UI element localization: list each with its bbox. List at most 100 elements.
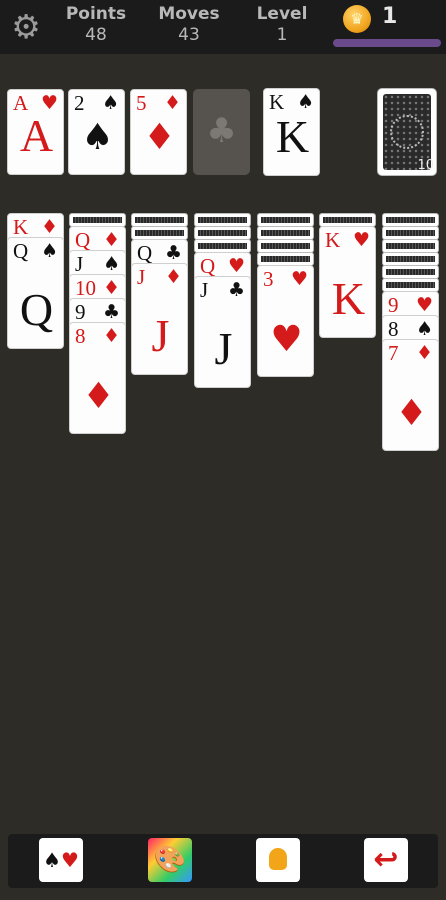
face-down-card bbox=[382, 213, 439, 227]
lightbulb-icon bbox=[269, 848, 287, 870]
card-rank: 5 bbox=[136, 91, 147, 115]
face-down-card bbox=[194, 239, 251, 253]
card-suit-small: ♥ bbox=[353, 229, 371, 251]
face-down-card bbox=[382, 252, 439, 266]
gear-icon[interactable]: ⚙ bbox=[8, 9, 44, 45]
level-value: 1 bbox=[276, 25, 288, 45]
points-label: Points bbox=[65, 4, 127, 24]
card-suit-small: ♠ bbox=[103, 253, 121, 275]
points-stat: Points 48 bbox=[56, 4, 136, 46]
card-rank: 2 bbox=[74, 91, 85, 115]
face-down-card bbox=[257, 252, 314, 266]
card-rank: K bbox=[325, 228, 341, 252]
points-value: 48 bbox=[85, 25, 107, 45]
card-suit-small: ♣ bbox=[165, 242, 183, 264]
card-back-emblem bbox=[390, 115, 424, 149]
card-suit-small: ♠ bbox=[41, 240, 59, 262]
face-down-card bbox=[257, 213, 314, 227]
card-center-suit: ♠ bbox=[81, 117, 114, 158]
card-center-rank: A bbox=[19, 110, 54, 161]
face-down-card bbox=[382, 226, 439, 240]
card-suit-small: ♦ bbox=[164, 92, 182, 114]
card-center-rank: K bbox=[275, 111, 310, 162]
card-suit-small: ♠ bbox=[416, 318, 434, 340]
undo-button[interactable]: ↩ bbox=[364, 838, 408, 882]
card-suit-small: ♣ bbox=[228, 279, 246, 301]
card-suit-small: ♦ bbox=[165, 266, 183, 288]
card-center-suit: ♦ bbox=[143, 117, 176, 158]
face-down-card bbox=[69, 213, 126, 227]
tableau-card[interactable]: 7 ♦ ♦ bbox=[382, 339, 439, 451]
card-rank: J bbox=[75, 252, 84, 276]
tableau-card[interactable]: J ♣ J bbox=[194, 276, 251, 388]
card-suit-small: ♣ bbox=[103, 301, 121, 323]
card-rank: Q bbox=[137, 241, 153, 265]
card-suit-small: ♦ bbox=[103, 277, 121, 299]
palette-icon: 🎨 bbox=[153, 845, 187, 875]
card-rank: Q bbox=[75, 228, 91, 252]
card-rank: K bbox=[13, 215, 29, 239]
card-rank: Q bbox=[200, 254, 216, 278]
moves-value: 43 bbox=[178, 25, 200, 45]
card-suits-button[interactable]: ♠♥ bbox=[39, 838, 83, 882]
card-center-suit: ♦ bbox=[82, 376, 115, 417]
undo-arrow-icon: ↩ bbox=[373, 842, 399, 877]
face-down-card bbox=[257, 226, 314, 240]
face-down-card bbox=[131, 213, 188, 227]
tableau-card[interactable]: 8 ♦ ♦ bbox=[69, 322, 126, 434]
tableau-card[interactable]: J ♦ J bbox=[131, 263, 188, 375]
card-suit-small: ♦ bbox=[103, 325, 121, 347]
card-rank: 9 bbox=[388, 293, 399, 317]
card-suit-small: ♦ bbox=[416, 342, 434, 364]
card-center-rank: J bbox=[214, 323, 233, 374]
card-suit-small: ♠ bbox=[297, 91, 315, 113]
clubs-placeholder-icon: ♣ bbox=[206, 111, 237, 151]
card-rank: J bbox=[137, 265, 146, 289]
coin-icon: ♛ bbox=[343, 5, 371, 33]
level-label: Level bbox=[256, 4, 308, 24]
card-rank: Q bbox=[13, 239, 29, 263]
top-bar: ⚙ Points 48 Moves 43 Level 1 ♛ 1 bbox=[0, 0, 446, 54]
card-suit-small: ♥ bbox=[416, 294, 434, 316]
card-center-suit: ♥ bbox=[270, 319, 303, 360]
face-down-card bbox=[319, 213, 376, 227]
foundation-card[interactable]: 2 ♠ ♠ bbox=[68, 89, 125, 175]
foundation-card[interactable]: A ♥ A bbox=[7, 89, 64, 175]
face-down-card bbox=[382, 265, 439, 279]
card-rank: 8 bbox=[75, 324, 86, 348]
face-down-card bbox=[194, 213, 251, 227]
card-suit-small: ♦ bbox=[41, 216, 59, 238]
card-suit-small: ♥ bbox=[291, 268, 309, 290]
tableau-card[interactable]: 3 ♥ ♥ bbox=[257, 265, 314, 377]
level-stat: Level 1 bbox=[242, 4, 322, 46]
foundation-card[interactable]: 5 ♦ ♦ bbox=[130, 89, 187, 175]
card-center-rank: Q bbox=[19, 284, 54, 335]
card-rank: 7 bbox=[388, 341, 399, 365]
card-rank: 3 bbox=[263, 267, 274, 291]
theme-button[interactable]: 🎨 bbox=[148, 838, 192, 882]
face-down-card bbox=[382, 278, 439, 292]
card-rank: 8 bbox=[388, 317, 399, 341]
face-down-card bbox=[131, 226, 188, 240]
card-center-rank: J bbox=[151, 310, 170, 361]
level-progress-bar bbox=[333, 39, 441, 47]
tableau-card[interactable]: K ♥ K bbox=[319, 226, 376, 338]
card-center-suit: ♦ bbox=[395, 393, 428, 434]
stock-pile[interactable]: 10 bbox=[377, 88, 437, 176]
face-down-card bbox=[382, 239, 439, 253]
card-rank: J bbox=[200, 278, 209, 302]
card-suits-icon: ♠♥ bbox=[43, 848, 79, 872]
card-suit-small: ♥ bbox=[228, 255, 246, 277]
card-rank: K bbox=[269, 90, 285, 114]
moves-label: Moves bbox=[158, 4, 220, 24]
waste-card[interactable]: K ♠ K bbox=[263, 88, 320, 176]
tableau-card[interactable]: Q ♠ Q bbox=[7, 237, 64, 349]
card-suit-small: ♠ bbox=[102, 92, 120, 114]
hint-button[interactable] bbox=[256, 838, 300, 882]
foundation-empty-clubs[interactable]: ♣ bbox=[193, 89, 250, 175]
card-rank: 9 bbox=[75, 300, 86, 324]
face-down-card bbox=[194, 226, 251, 240]
card-suit-small: ♦ bbox=[103, 229, 121, 251]
moves-stat: Moves 43 bbox=[149, 4, 229, 46]
face-down-card bbox=[257, 239, 314, 253]
